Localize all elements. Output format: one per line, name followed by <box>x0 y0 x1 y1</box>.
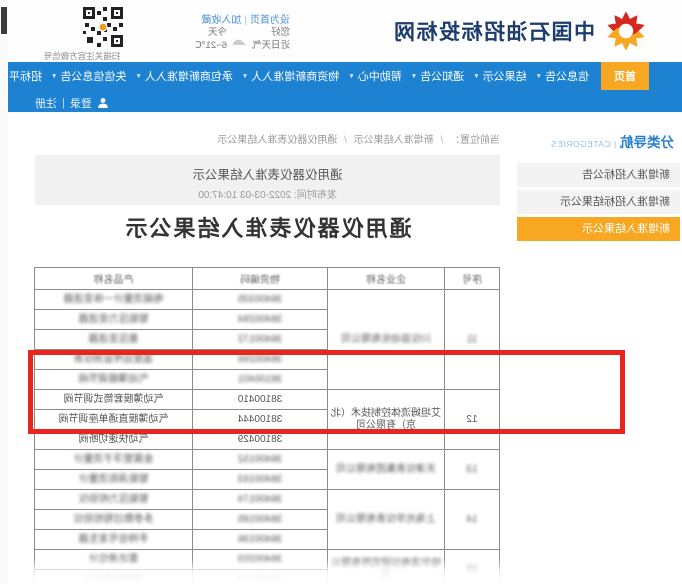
article-meta-title: 通用仪器仪表准入结果公示 <box>192 168 343 182</box>
qr-caption: 扫描关注官方微信号 <box>43 51 121 61</box>
col-header-code: 物资编码 <box>192 267 328 290</box>
login-link[interactable]: 登录 <box>70 95 92 111</box>
cell-code: 38400185 <box>192 509 328 530</box>
cell-product: 金属管浮子流量计 <box>34 449 193 470</box>
col-header-no: 序号 <box>444 267 500 290</box>
col-header-product: 产品名称 <box>34 267 193 290</box>
nav-item-2[interactable]: 结果公示 ▼ <box>473 68 526 84</box>
table-row-g13-0: 13 天津仪表集团有限公司 38400152 金属管浮子流量计 <box>34 449 500 490</box>
set-home-link[interactable]: 设为首页 <box>250 15 290 26</box>
chevron-down-icon: ▼ <box>135 72 142 80</box>
table-header-row: 序号 企业名称 物资编码 产品名称 <box>34 267 500 290</box>
nav-item-3[interactable]: 通知公告 ▼ <box>411 68 464 84</box>
cell-product: 智能压力校验仪 <box>34 489 193 510</box>
cell-code: 38400163 <box>192 469 328 490</box>
login-row: 登录 | 注册 <box>35 95 109 111</box>
sidebar-item-1[interactable]: 新增准入招标结果公示 <box>517 190 680 214</box>
weather-temp: 6~21℃ <box>194 39 227 51</box>
scrollbar-thumb[interactable] <box>1 7 7 34</box>
petrochina-logo-icon <box>607 11 645 51</box>
table-row-g14-0: 14 上海光华仪表有限公司 38400174 智能压力校验仪 <box>34 489 500 550</box>
table-body: 11 川仪自动化有限公司 38400335 电磁流量计一体变送器 38400284 智能压… <box>34 289 500 584</box>
site-logo[interactable]: 中国石油招标投标网 <box>393 8 650 54</box>
greeting-text: 您好 <box>270 27 290 38</box>
category-sidebar: 分类导航 | CATEGORIES 新增准入招标公告 新增准入招标结果公示 新增准入… <box>517 131 680 244</box>
cell-product: 手持信号发生器 <box>34 529 193 550</box>
nav-item-7[interactable]: 失信信息公告 ▼ <box>51 68 126 84</box>
mirrored-page: 中国石油招标投标网 设为首页|加入收藏 您好 近日天气 ☁ 今天 6~21℃ 扫… <box>0 0 682 584</box>
qr-code <box>81 5 125 49</box>
cell-code: 38400284 <box>192 309 328 330</box>
cell-code: 38400172 <box>192 329 328 350</box>
cell-no-14: 14 <box>444 489 500 550</box>
nav-item-0[interactable]: 首页 <box>601 62 649 90</box>
cell-product: 智能涡街流量计 <box>34 469 193 490</box>
cell-product: 差压变送器 <box>34 329 193 350</box>
cell-company-14: 上海光华仪表有限公司 <box>327 489 445 550</box>
publish-time: 发布时间: 2022-03-03 10:47:00 <box>198 190 337 201</box>
chevron-down-icon: ▼ <box>535 72 542 80</box>
cell-no-13: 13 <box>444 449 500 490</box>
nav-item-1[interactable]: 信息公告 ▼ <box>536 68 589 84</box>
article-meta-box: 通用仪器仪表准入结果公示 发布时间: 2022-03-03 10:47:00 <box>35 155 500 205</box>
register-link[interactable]: 注册 <box>35 95 57 111</box>
chevron-down-icon: ▼ <box>50 72 58 80</box>
user-icon <box>98 98 108 108</box>
chevron-down-icon: ▼ <box>348 72 355 80</box>
chevron-down-icon: ▼ <box>410 72 418 80</box>
cell-product: 电磁流量计一体变送器 <box>34 289 193 310</box>
col-header-company: 企业名称 <box>327 267 445 290</box>
breadcrumb-level2: 通用仪器仪表准入结果公示 <box>217 135 338 146</box>
scrollbar[interactable] <box>0 0 8 584</box>
sidebar-item-0[interactable]: 新增准入招标公告 <box>517 163 680 187</box>
main-navbar: 首页 信息公告 ▼ 结果公示 ▼ 通知公告 ▼ 帮助中心 ▼ 物资商新增准入人 ▼ 承包商新增准入人 ▼… <box>0 62 682 112</box>
cell-code: 38400174 <box>192 489 328 510</box>
greeting-weather: 您好 近日天气 ☁ 今天 6~21℃ <box>195 27 290 53</box>
chevron-down-icon: ▼ <box>473 72 480 80</box>
cell-code: 38400196 <box>192 529 328 550</box>
nav-item-5[interactable]: 物资商新增准入人 ▼ <box>242 68 339 84</box>
category-list: 新增准入招标公告 新增准入招标结果公示 新增准入结果公示 <box>517 163 680 241</box>
article-title: 通用仪器仪表准入结果公示 <box>123 216 412 241</box>
breadcrumb: 当前位置： / 新增准入结果公示 / 通用仪器仪表准入结果公示 <box>217 135 500 146</box>
nav-item-4[interactable]: 帮助中心 ▼ <box>348 68 401 84</box>
breadcrumb-level1[interactable]: 新增准入结果公示 <box>354 135 434 146</box>
cell-code: 38400335 <box>192 289 328 310</box>
table-row-g11-0: 11 川仪自动化有限公司 38400335 电磁流量计一体变送器 <box>34 289 500 390</box>
cell-company-13: 天津仪表集团有限公司 <box>327 449 445 490</box>
cell-product: 智能压力变送器 <box>34 309 193 330</box>
weather-label: 近日天气 <box>251 39 290 51</box>
nav-item-6[interactable]: 承包商新增准入人 ▼ <box>135 68 232 84</box>
site-title: 中国石油招标投标网 <box>392 21 596 44</box>
sidebar-item-2[interactable]: 新增准入结果公示 <box>517 217 680 241</box>
breadcrumb-prefix: 当前位置： <box>450 135 500 146</box>
cell-code: 38400152 <box>192 449 328 470</box>
cloud-icon: ☁ <box>231 31 247 49</box>
nav-menu: 首页 信息公告 ▼ 结果公示 ▼ 通知公告 ▼ 帮助中心 ▼ 物资商新增准入人 ▼ 承包商新增准入人 ▼… <box>0 62 649 90</box>
site-header: 中国石油招标投标网 设为首页|加入收藏 您好 近日天气 ☁ 今天 6~21℃ 扫… <box>0 0 682 62</box>
cell-product: 多参数过程校验仪 <box>34 509 193 530</box>
category-title: 分类导航 | CATEGORIES <box>550 135 674 150</box>
quick-links: 设为首页|加入收藏 <box>201 15 290 26</box>
chevron-down-icon: ▼ <box>241 72 249 80</box>
category-title-en: | CATEGORIES <box>550 139 617 149</box>
add-favorite-link[interactable]: 加入收藏 <box>201 15 241 26</box>
weather-day: 今天 <box>207 27 227 38</box>
highlight-annotation-box <box>28 350 625 434</box>
bottom-fade <box>0 558 682 584</box>
